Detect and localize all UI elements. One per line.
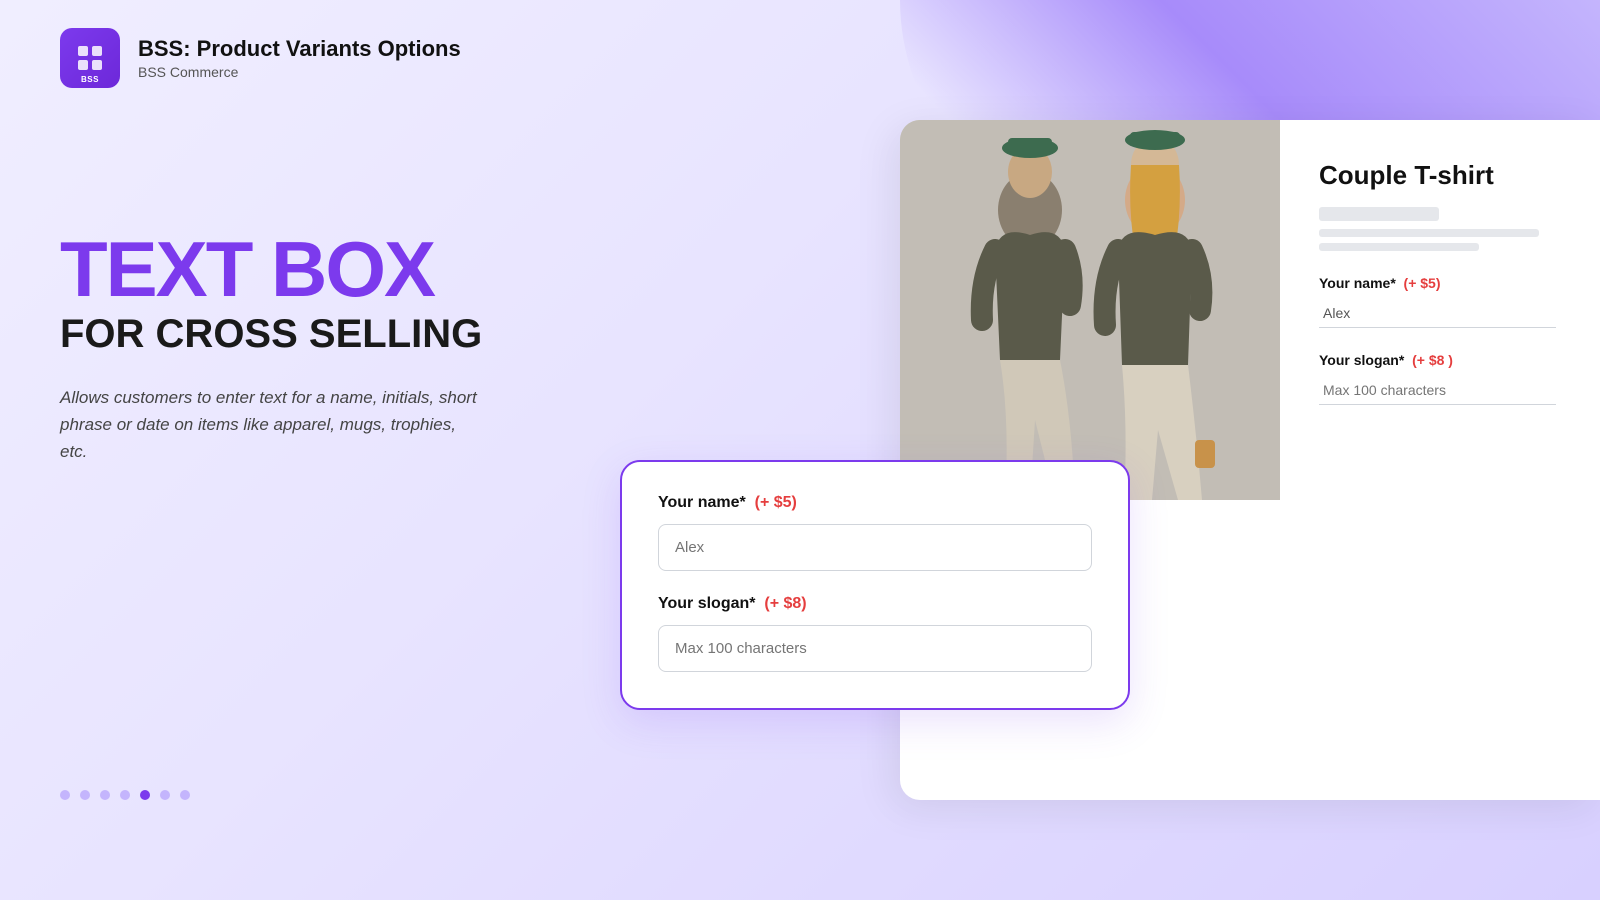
- app-subtitle: BSS Commerce: [138, 64, 461, 80]
- left-content: TEXT BOX FOR CROSS SELLING Allows custom…: [60, 230, 620, 466]
- app-title: BSS: Product Variants Options: [138, 36, 461, 62]
- form-slogan-input[interactable]: [658, 625, 1092, 672]
- page: BSS BSS: Product Variants Options BSS Co…: [0, 0, 1600, 900]
- desc-bar-2: [1319, 243, 1479, 251]
- dot-5-active[interactable]: [140, 790, 150, 800]
- product-image: [900, 120, 1280, 500]
- dot-7[interactable]: [180, 790, 190, 800]
- pagination: [60, 790, 190, 800]
- dot-2[interactable]: [80, 790, 90, 800]
- dot-3[interactable]: [100, 790, 110, 800]
- form-field2-label: Your slogan* (+ $8): [658, 595, 1092, 613]
- hero-description: Allows customers to enter text for a nam…: [60, 384, 480, 466]
- form-name-input[interactable]: [658, 524, 1092, 571]
- desc-bar-1: [1319, 229, 1539, 237]
- app-logo: BSS: [60, 28, 120, 88]
- logo-text: BSS: [60, 75, 120, 84]
- right-field1-label: Your name* (+ $5): [1319, 275, 1556, 291]
- hero-headline: TEXT BOX: [60, 230, 620, 308]
- right-field2-label: Your slogan* (+ $8 ): [1319, 352, 1556, 368]
- product-name: Couple T-shirt: [1319, 160, 1556, 191]
- floating-form-card: Your name* (+ $5) Your slogan* (+ $8): [620, 460, 1130, 710]
- dot-6[interactable]: [160, 790, 170, 800]
- header: BSS BSS: Product Variants Options BSS Co…: [0, 0, 1600, 88]
- dot-4[interactable]: [120, 790, 130, 800]
- product-info: Couple T-shirt Your name* (+ $5) Your sl…: [1295, 140, 1580, 425]
- dot-1[interactable]: [60, 790, 70, 800]
- right-slogan-input[interactable]: [1319, 376, 1556, 405]
- price-bar: [1319, 207, 1439, 221]
- right-name-input[interactable]: [1319, 299, 1556, 328]
- form-field1-label: Your name* (+ $5): [658, 494, 1092, 512]
- header-text: BSS: Product Variants Options BSS Commer…: [138, 36, 461, 80]
- hero-subheadline: FOR CROSS SELLING: [60, 312, 620, 356]
